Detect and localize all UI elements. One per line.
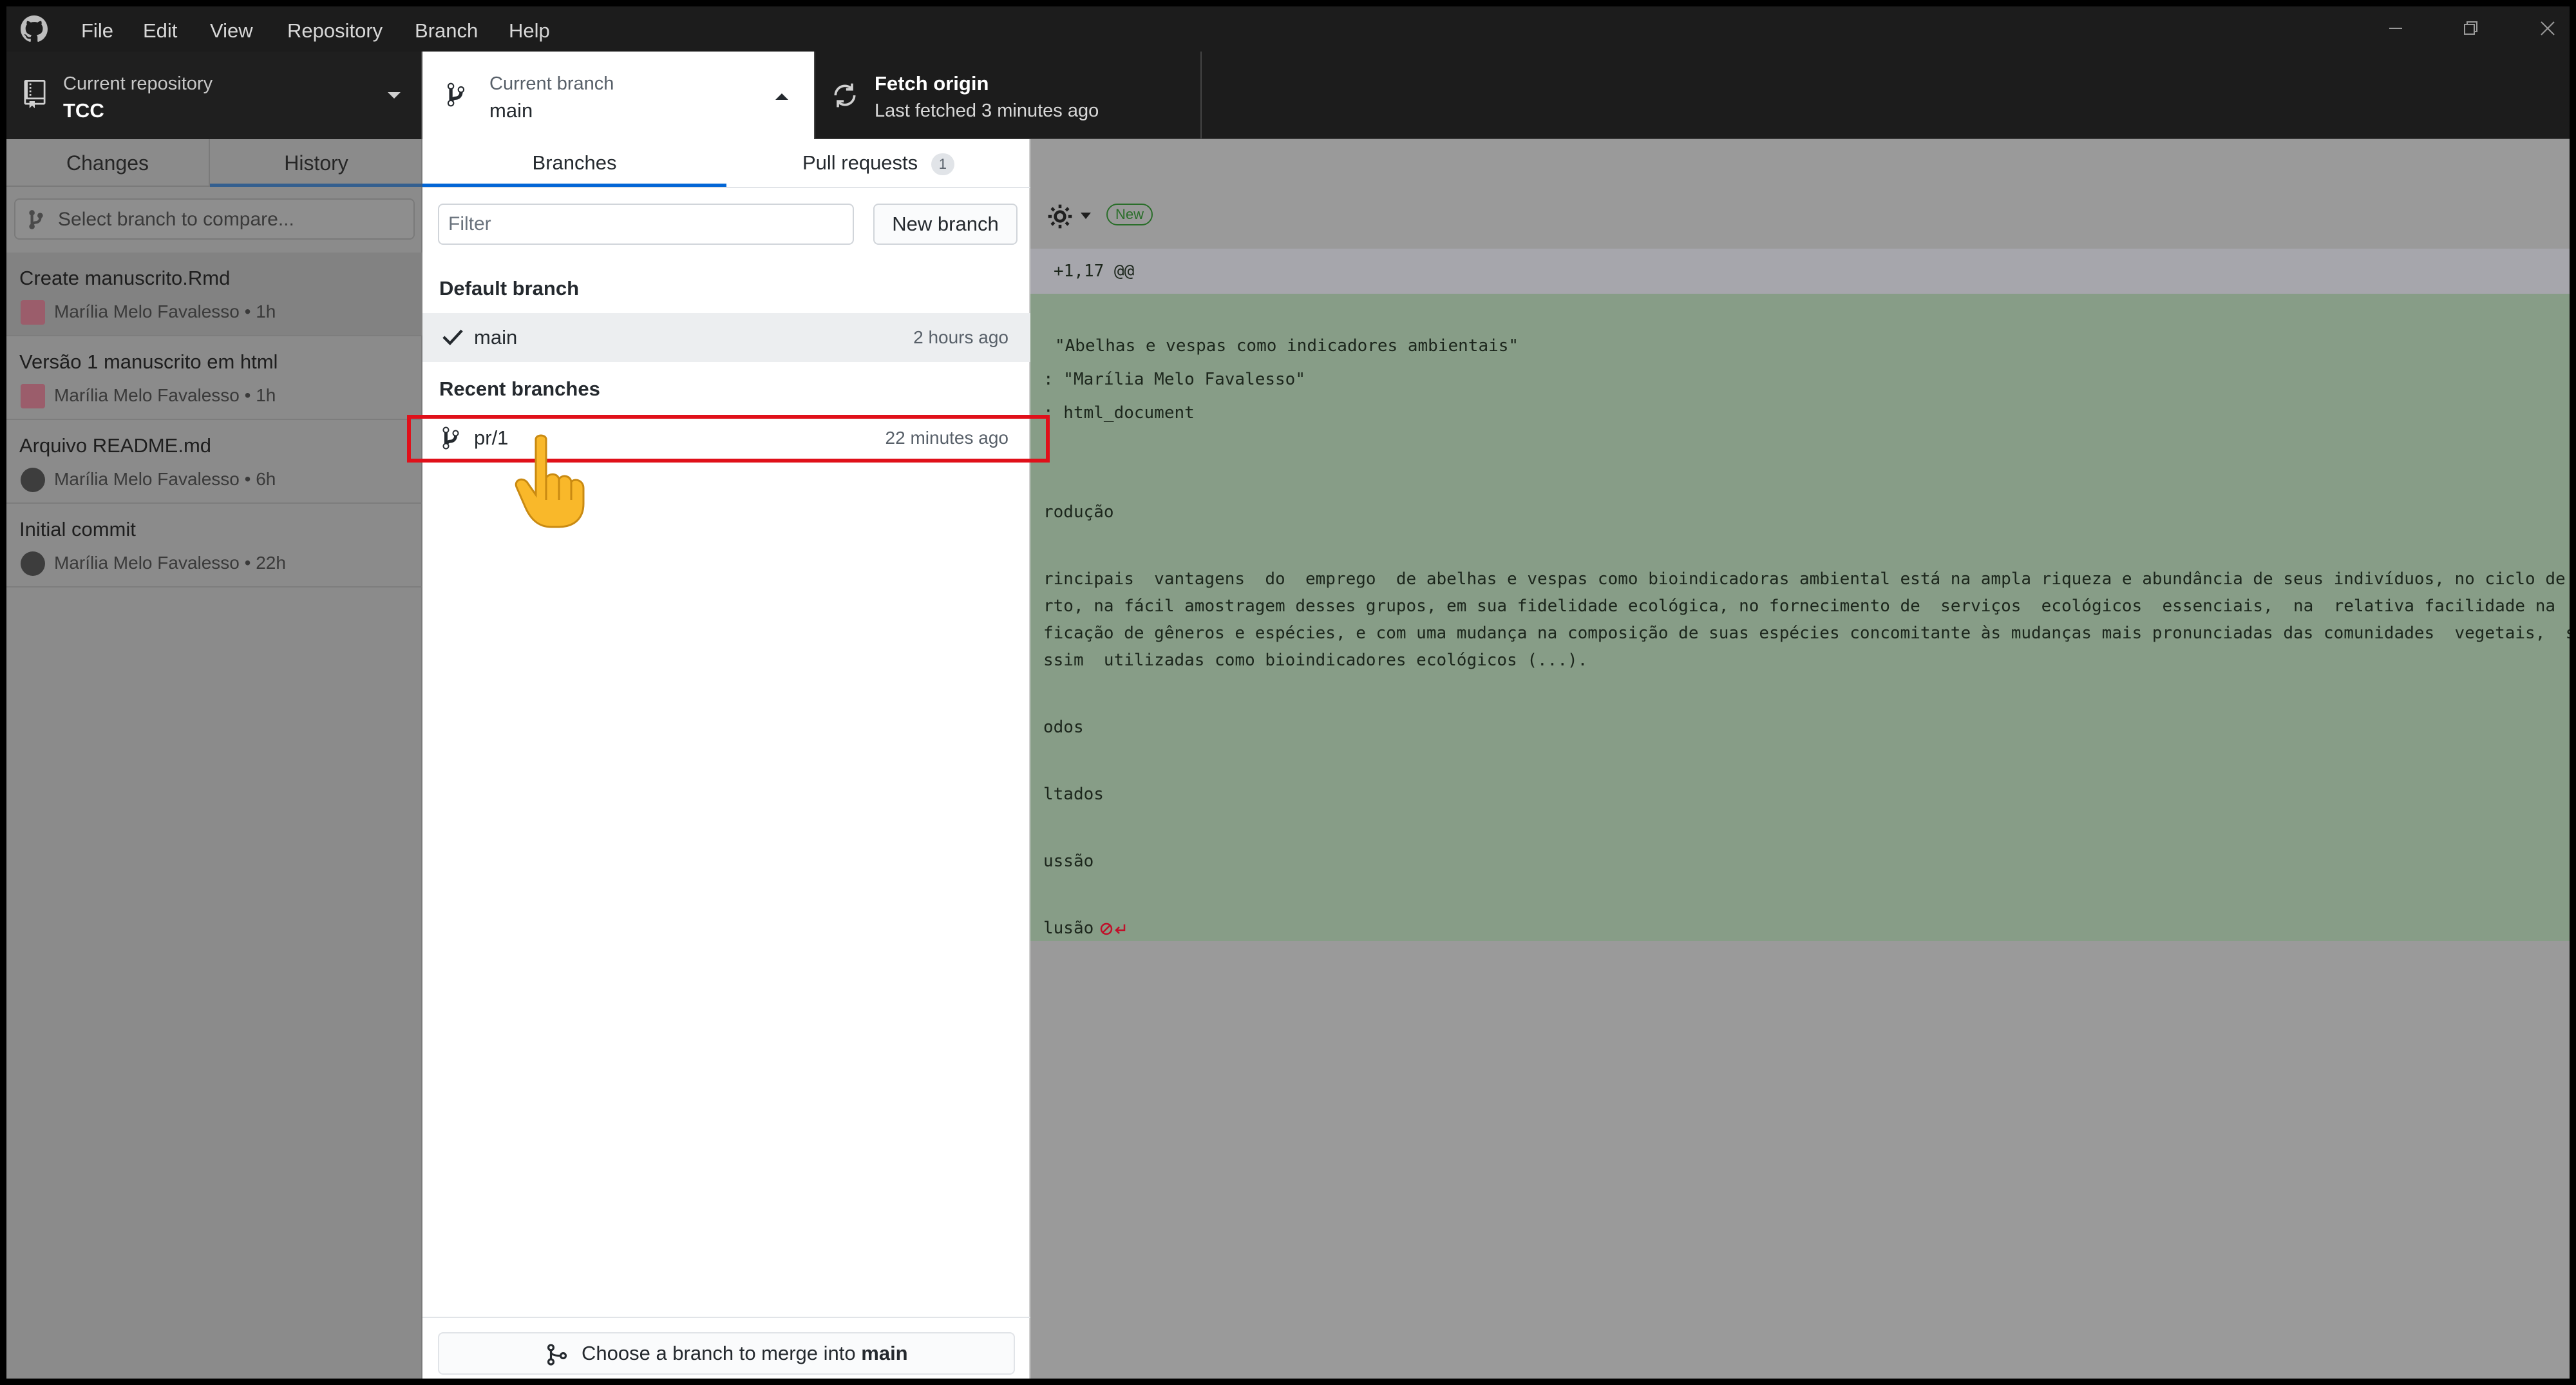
tab-changes[interactable]: Changes <box>6 139 210 187</box>
history-sidebar: Changes History Select branch to compare… <box>6 139 422 1379</box>
chevron-down-icon[interactable] <box>1079 211 1092 220</box>
chevron-up-icon <box>775 93 788 100</box>
tab-pull-requests[interactable]: Pull requests 1 <box>726 139 1030 187</box>
repo-label: Current repository <box>63 73 213 94</box>
commit-meta: Marília Melo Favalesso • 1h <box>54 301 276 321</box>
branch-time: 2 hours ago <box>913 327 1009 347</box>
pull-requests-count: 1 <box>931 153 955 175</box>
diff-line: rincipais vantagens do emprego de abelha… <box>1043 569 2566 589</box>
merge-branch-button[interactable]: Choose a branch to merge into main <box>438 1332 1015 1375</box>
branch-name: main <box>474 326 518 349</box>
diff-line: rodução <box>1043 502 1114 522</box>
restore-icon[interactable] <box>2458 15 2483 41</box>
branch-icon <box>29 210 43 229</box>
divider <box>422 1317 1030 1318</box>
repository-selector[interactable]: Current repository TCC <box>6 52 422 139</box>
compare-branch-input[interactable]: Select branch to compare... <box>14 198 415 240</box>
tab-history[interactable]: History <box>210 139 422 187</box>
commit-meta: Marília Melo Favalesso • 22h <box>54 553 286 573</box>
menu-help[interactable]: Help <box>509 19 550 43</box>
toolbar: Current repository TCC Current branch ma… <box>6 52 2570 139</box>
avatar <box>21 384 45 408</box>
branch-filter-input[interactable]: Filter <box>438 204 854 245</box>
fetch-origin-button[interactable]: Fetch origin Last fetched 3 minutes ago <box>815 52 1202 139</box>
commit-title: Versão 1 manuscrito em html <box>19 350 278 373</box>
diff-line: ussão <box>1043 852 1094 871</box>
new-badge: New <box>1106 204 1153 225</box>
merge-icon <box>547 1344 567 1366</box>
branch-label: Current branch <box>489 73 614 94</box>
diff-line: odos <box>1043 718 1084 737</box>
repo-icon <box>24 80 46 108</box>
commit-item[interactable]: Versão 1 manuscrito em html Marília Melo… <box>6 336 422 420</box>
commit-title: Create manuscrito.Rmd <box>19 267 231 289</box>
diff-line: ficação de gêneros e espécies, e com uma… <box>1043 624 2570 643</box>
divider <box>422 187 1030 188</box>
title-bar: File Edit View Repository Branch Help <box>6 6 2570 52</box>
menu-branch[interactable]: Branch <box>415 19 478 43</box>
menu-view[interactable]: View <box>210 19 253 43</box>
diff-line: rto, na fácil amostragem desses grupos, … <box>1043 597 2555 616</box>
menu-repository[interactable]: Repository <box>287 19 383 43</box>
menu-edit[interactable]: Edit <box>143 19 177 43</box>
pull-requests-label: Pull requests <box>802 151 918 174</box>
commit-meta: Marília Melo Favalesso • 1h <box>54 385 276 405</box>
new-branch-button[interactable]: New branch <box>873 204 1018 245</box>
branch-icon <box>447 82 465 107</box>
chevron-down-icon <box>388 92 401 99</box>
sync-icon <box>834 83 856 108</box>
repo-value: TCC <box>63 99 104 122</box>
commit-title: Initial commit <box>19 518 136 540</box>
fetch-title: Fetch origin <box>875 72 989 95</box>
branch-item-main[interactable]: main 2 hours ago <box>422 313 1030 362</box>
merge-target: main <box>861 1342 908 1364</box>
default-branch-heading: Default branch <box>439 277 580 300</box>
commit-title: Arquivo README.md <box>19 434 212 457</box>
compare-placeholder: Select branch to compare... <box>58 209 294 230</box>
diff-line: lusão <box>1043 919 1094 938</box>
pointer-hand-icon <box>515 434 585 528</box>
commit-meta: Marília Melo Favalesso • 6h <box>54 469 276 489</box>
minimize-icon[interactable] <box>2383 15 2409 41</box>
app-window: File Edit View Repository Branch Help Cu… <box>6 6 2570 1379</box>
recent-branches-heading: Recent branches <box>439 377 600 400</box>
check-icon <box>442 329 463 345</box>
avatar <box>21 300 45 325</box>
diff-line: : "Marília Melo Favalesso" <box>1043 370 1305 389</box>
commit-item[interactable]: Initial commit Marília Melo Favalesso • … <box>6 504 422 587</box>
branch-selector[interactable]: Current branch main <box>422 52 815 139</box>
diff-line: ssim utilizadas como bioindicadores ecol… <box>1043 651 1588 670</box>
github-logo-icon <box>21 15 48 42</box>
commit-item[interactable]: Create manuscrito.Rmd Marília Melo Faval… <box>6 253 422 336</box>
avatar <box>21 551 45 576</box>
close-icon[interactable] <box>2535 15 2561 41</box>
hunk-text: +1,17 @@ <box>1054 262 1135 281</box>
merge-prefix: Choose a branch to merge into <box>581 1342 856 1364</box>
menu-file[interactable]: File <box>81 19 113 43</box>
commit-item[interactable]: Arquivo README.md Marília Melo Favalesso… <box>6 420 422 504</box>
highlight-box <box>407 415 1050 463</box>
diff-line: "Abelhas e vespas como indicadores ambie… <box>1055 336 1519 356</box>
tab-branches[interactable]: Branches <box>422 139 726 187</box>
branches-dropdown: Branches Pull requests 1 Filter New bran… <box>422 139 1030 1379</box>
fetch-subtitle: Last fetched 3 minutes ago <box>875 100 1099 121</box>
gear-icon[interactable] <box>1046 202 1074 231</box>
avatar <box>21 468 45 492</box>
no-newline-icon <box>1100 922 1126 935</box>
diff-line: : html_document <box>1043 403 1195 423</box>
diff-line: ltados <box>1043 785 1104 804</box>
branch-value: main <box>489 99 533 122</box>
